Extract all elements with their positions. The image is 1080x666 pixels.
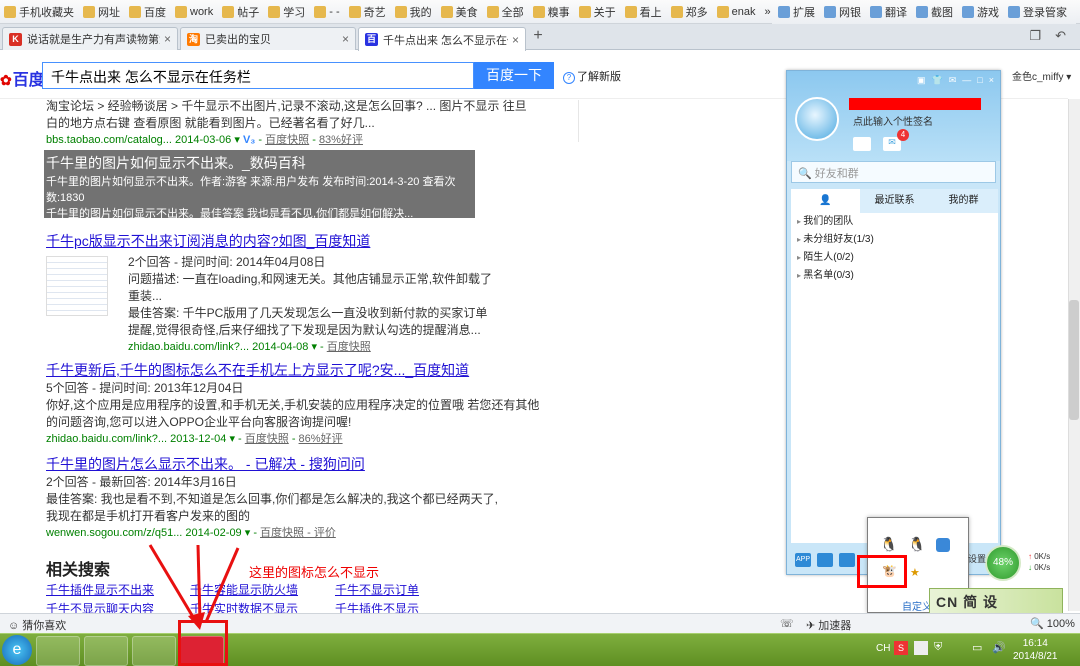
annotation-arrows [148, 544, 240, 630]
